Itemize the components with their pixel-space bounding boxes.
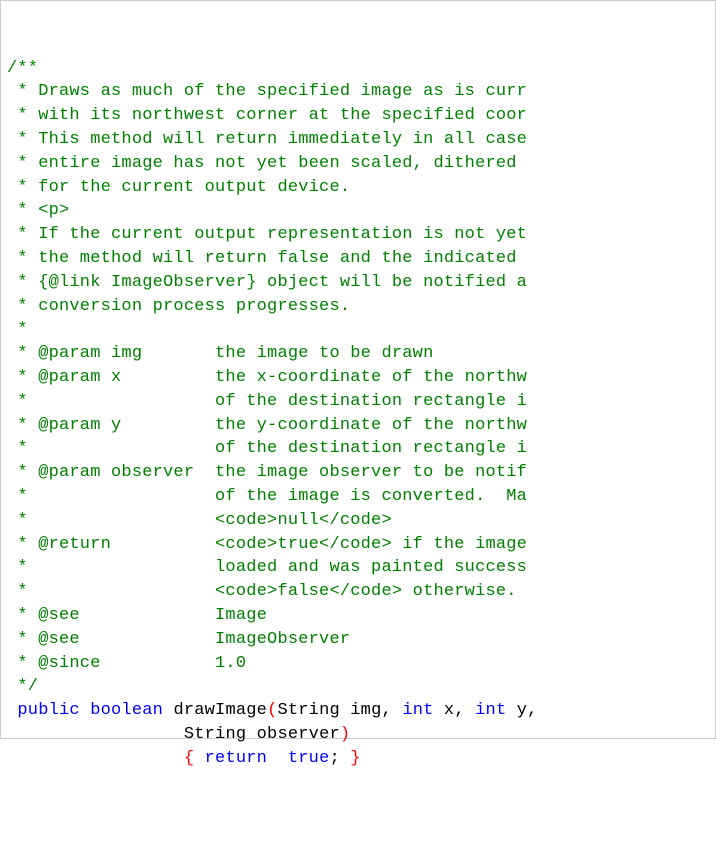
javadoc-line: * This method will return immediately in… [7,128,709,152]
javadoc-line: * @return <code>true</code> if the image [7,533,709,557]
keyword-public: public [7,701,90,720]
param-observer: observer [257,725,340,744]
javadoc-line: * @param img the image to be drawn [7,342,709,366]
javadoc-line: * <code>false</code> otherwise. [7,580,709,604]
method-name: drawImage [173,701,267,720]
javadoc-line: * <code>null</code> [7,509,709,533]
javadoc-line: * with its northwest corner at the speci… [7,104,709,128]
brace-close: } [340,749,361,768]
method-signature-line1: public boolean drawImage(String img, int… [7,699,709,723]
method-signature-line2: String observer) [7,723,709,747]
javadoc-line: * {@link ImageObserver} object will be n… [7,271,709,295]
javadoc-line: * the method will return false and the i… [7,247,709,271]
type-string: String [277,701,350,720]
javadoc-line: * of the destination rectangle i [7,437,709,461]
keyword-true: true [288,749,330,768]
comma: , [527,701,548,720]
param-x: x [444,701,454,720]
javadoc-line: * <p> [7,199,709,223]
javadoc-line: * of the image is converted. Ma [7,485,709,509]
type-string: String [184,725,257,744]
javadoc-line: * @param x the x-coordinate of the north… [7,366,709,390]
javadoc-line: * @see ImageObserver [7,628,709,652]
indent [7,725,184,744]
keyword-boolean: boolean [90,701,173,720]
method-body-line: { return true; } [7,747,709,771]
indent [7,749,184,768]
javadoc-line: /** [7,57,709,81]
javadoc-line: * @param y the y-coordinate of the north… [7,414,709,438]
comma: , [382,701,403,720]
code-block: /** * Draws as much of the specified ima… [7,57,709,771]
javadoc-line: * for the current output device. [7,176,709,200]
javadoc-line: * entire image has not yet been scaled, … [7,152,709,176]
keyword-return: return [205,749,288,768]
semicolon: ; [329,749,339,768]
param-img: img [350,701,381,720]
keyword-int: int [402,701,444,720]
paren-close: ) [340,725,350,744]
javadoc-line: * loaded and was painted success [7,556,709,580]
javadoc-line: * If the current output representation i… [7,223,709,247]
comma: , [454,701,475,720]
javadoc-line: * of the destination rectangle i [7,390,709,414]
keyword-int: int [475,701,517,720]
javadoc-line: */ [7,675,709,699]
brace-open: { [184,749,205,768]
javadoc-line: * @since 1.0 [7,652,709,676]
javadoc-line: * conversion process progresses. [7,295,709,319]
javadoc-line: * @see Image [7,604,709,628]
param-y: y [517,701,527,720]
javadoc-line: * Draws as much of the specified image a… [7,80,709,104]
javadoc-line: * @param observer the image observer to … [7,461,709,485]
javadoc-line: * [7,318,709,342]
paren-open: ( [267,701,277,720]
